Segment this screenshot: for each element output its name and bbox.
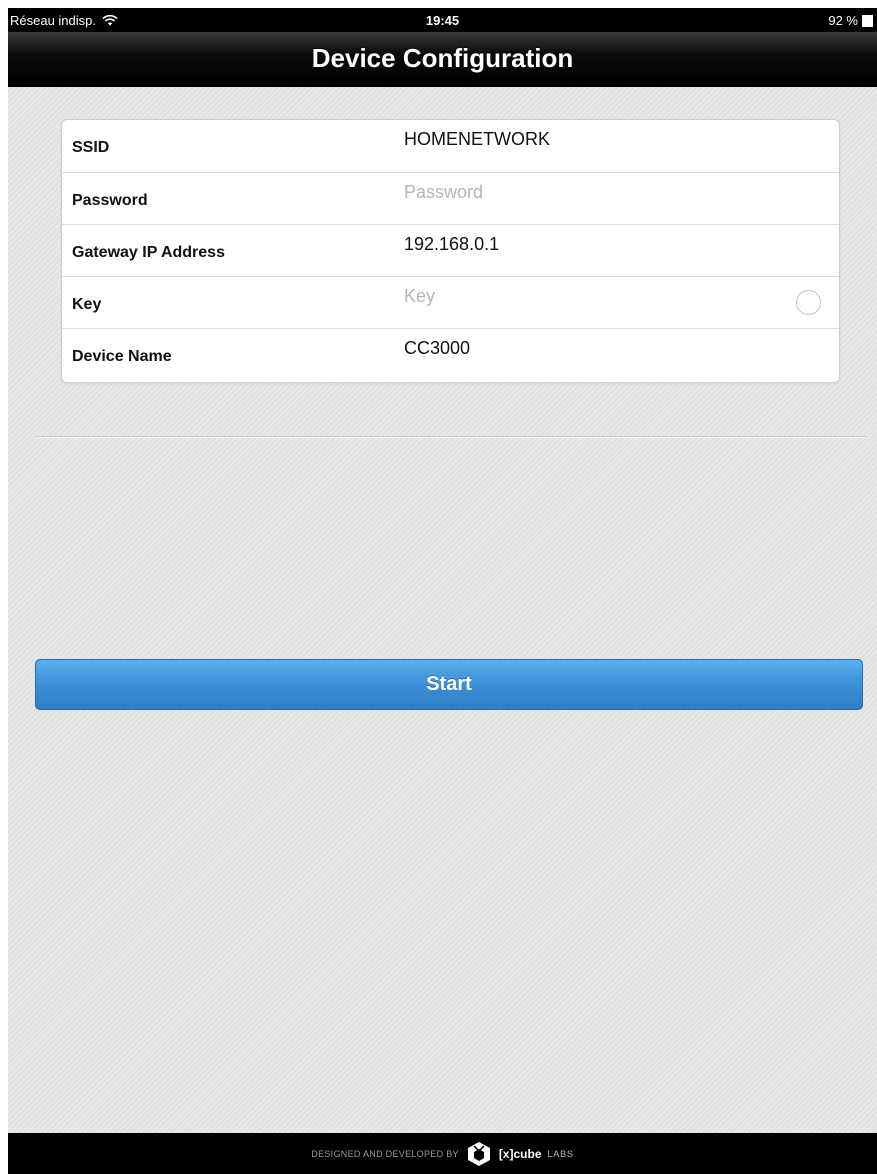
footer: DESIGNED AND DEVELOPED BY [x]cube LABS	[8, 1133, 877, 1174]
form-row-password[interactable]: Password	[62, 172, 839, 225]
password-field[interactable]	[404, 179, 784, 205]
battery-icon	[862, 14, 873, 27]
form-row-gateway-ip[interactable]: Gateway IP Address	[62, 224, 839, 277]
status-right: 92 %	[828, 13, 873, 28]
page-title: Device Configuration	[311, 43, 574, 73]
brand-name: [x]cube	[498, 1146, 542, 1161]
device-name-label: Device Name	[72, 348, 172, 365]
ssid-label: SSID	[72, 139, 110, 156]
footer-credit-text: DESIGNED AND DEVELOPED BY	[311, 1148, 459, 1159]
ssid-field[interactable]	[404, 126, 784, 152]
xcube-logo-icon	[467, 1141, 490, 1166]
gateway-ip-field[interactable]	[404, 231, 784, 257]
password-label: Password	[72, 192, 148, 209]
form-row-ssid[interactable]: SSID	[62, 120, 839, 172]
status-time: 19:45	[425, 13, 460, 28]
device-name-field[interactable]	[404, 335, 784, 361]
battery-percent: 92 %	[828, 13, 858, 28]
brand-suffix: LABS	[547, 1148, 574, 1159]
key-field[interactable]	[404, 283, 784, 309]
form-row-key[interactable]: Key	[62, 276, 839, 329]
navigation-bar: Device Configuration	[8, 32, 877, 87]
configuration-form: SSID Password Gateway IP Address Key Dev…	[61, 119, 840, 383]
section-divider	[35, 436, 867, 438]
key-toggle-radio[interactable]	[796, 290, 821, 315]
footer-credit-bar: DESIGNED AND DEVELOPED BY [x]cube LABS	[8, 1133, 877, 1174]
device-configuration-screen: Réseau indisp. 19:45 92 % Device Configu…	[8, 8, 877, 1174]
gateway-ip-label: Gateway IP Address	[72, 244, 225, 261]
form-row-device-name[interactable]: Device Name	[62, 328, 839, 381]
status-bar: Réseau indisp. 19:45 92 %	[8, 8, 877, 32]
start-button[interactable]: Start	[35, 659, 863, 710]
key-label: Key	[72, 296, 102, 313]
